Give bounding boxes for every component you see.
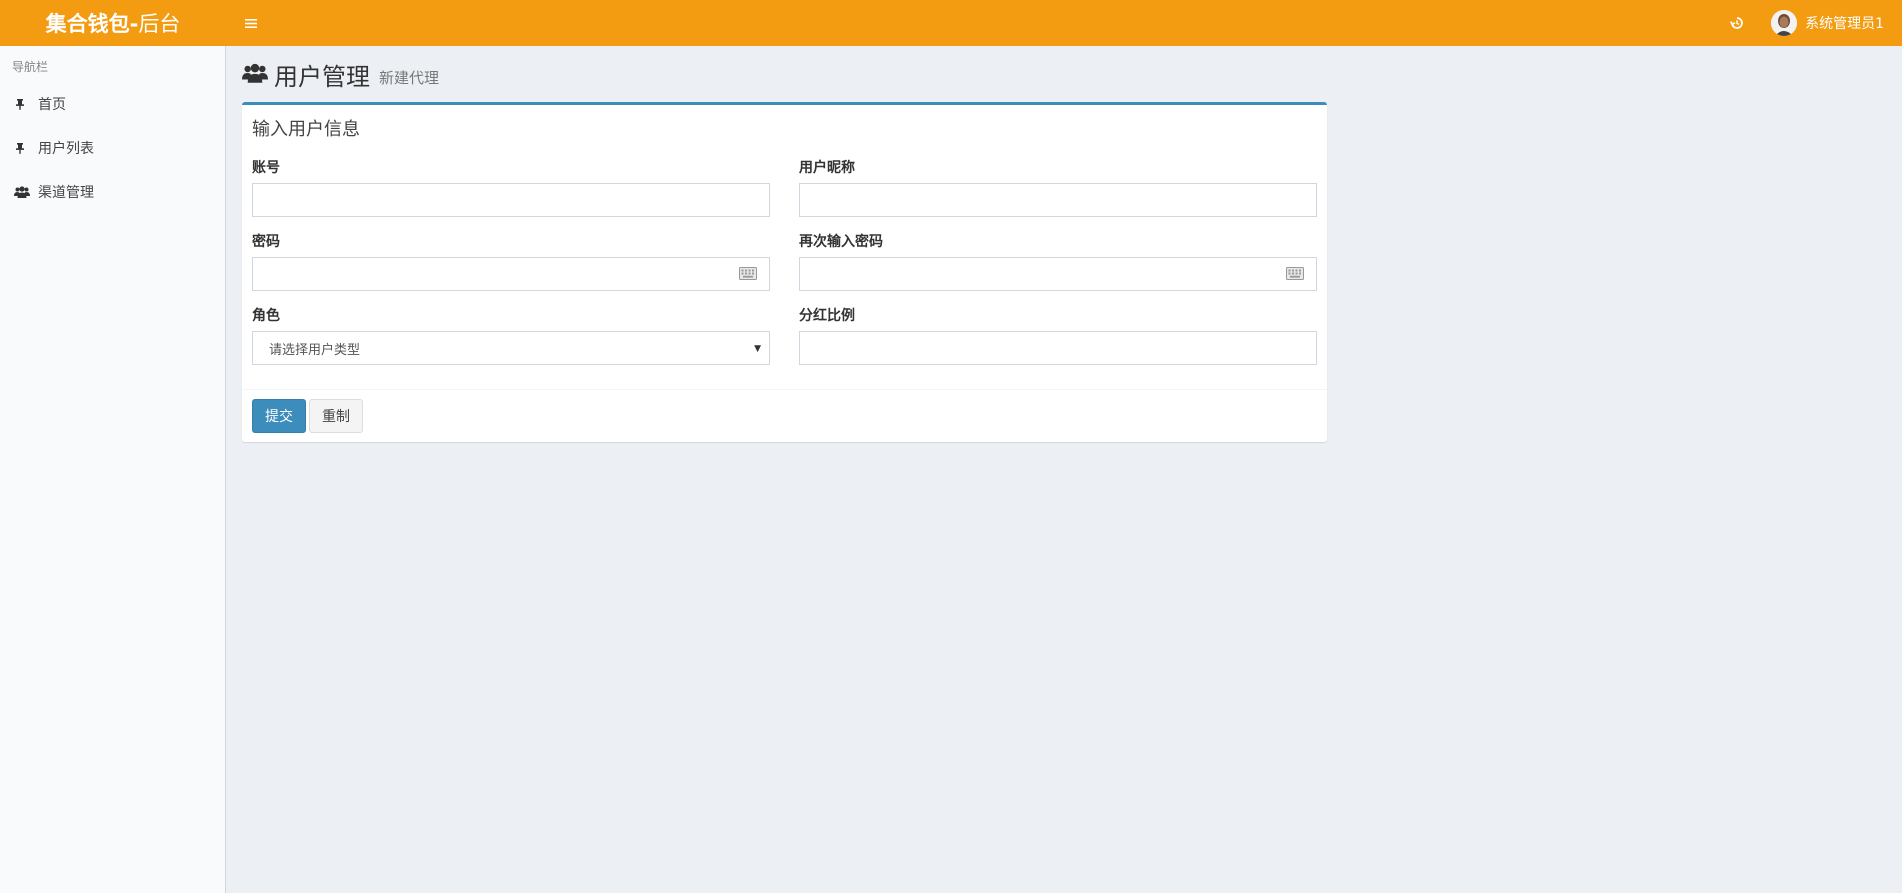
- account-label: 账号: [252, 160, 280, 176]
- password-label: 密码: [252, 234, 280, 250]
- hamburger-icon: [245, 18, 257, 28]
- top-header: 集合钱包- 后台 系统管理员1: [0, 0, 1902, 46]
- sidebar-item-user-list[interactable]: 用户列表: [0, 126, 225, 170]
- users-icon: [242, 62, 268, 88]
- sidebar-item-channel-management[interactable]: 渠道管理: [0, 170, 225, 214]
- share-ratio-label: 分红比例: [799, 308, 855, 324]
- user-menu[interactable]: 系统管理员1: [1771, 0, 1902, 46]
- nickname-label: 用户昵称: [799, 160, 855, 176]
- nickname-input[interactable]: [799, 183, 1317, 217]
- role-label: 角色: [252, 308, 280, 324]
- keyboard-icon[interactable]: [1286, 267, 1304, 284]
- box-footer: 提交 重制: [242, 389, 1327, 442]
- thumbtack-icon: [14, 98, 38, 110]
- page-title: 用户管理: [274, 63, 370, 91]
- header-right-nav: 系统管理员1: [1717, 0, 1902, 46]
- nickname-group: 用户昵称: [799, 157, 1317, 217]
- role-group: 角色 请选择用户类型 ▼: [252, 305, 770, 365]
- users-icon: [14, 186, 38, 198]
- password-input[interactable]: [252, 257, 770, 291]
- sidebar-item-home[interactable]: 首页: [0, 82, 225, 126]
- password-confirm-group: 再次输入密码: [799, 231, 1317, 291]
- page-subtitle: 新建代理: [379, 69, 440, 87]
- user-name: 系统管理员1: [1805, 16, 1884, 32]
- share-ratio-group: 分红比例: [799, 305, 1317, 365]
- content-header: 用户管理 新建代理: [242, 58, 439, 92]
- share-ratio-input[interactable]: [799, 331, 1317, 365]
- password-confirm-input[interactable]: [799, 257, 1317, 291]
- logo-light-text: 后台: [138, 12, 181, 36]
- caret-down-icon: ▼: [754, 344, 761, 354]
- password-confirm-label: 再次输入密码: [799, 234, 883, 250]
- submit-button[interactable]: 提交: [252, 399, 306, 433]
- sidebar-heading: 导航栏: [12, 60, 49, 74]
- thumbtack-icon: [14, 142, 38, 154]
- sidebar-item-label: 首页: [38, 97, 66, 113]
- avatar: [1771, 10, 1798, 36]
- role-select-value: 请选择用户类型: [269, 342, 361, 358]
- logo[interactable]: 集合钱包- 后台: [0, 0, 226, 46]
- account-input[interactable]: [252, 183, 770, 217]
- sidebar-item-label: 用户列表: [38, 141, 94, 157]
- account-group: 账号: [252, 157, 770, 217]
- logo-bold-text: 集合钱包-: [45, 12, 139, 36]
- box-title: 输入用户信息: [252, 119, 360, 140]
- user-info-form-box: 输入用户信息 账号 用户昵称 密码 再次输入密码 角色 请选择用户类型 ▼ 分红…: [242, 102, 1327, 442]
- history-icon: [1730, 17, 1743, 29]
- role-select[interactable]: 请选择用户类型 ▼: [252, 331, 770, 365]
- sidebar-toggle-button[interactable]: [238, 10, 264, 36]
- sidebar: 导航栏 首页 用户列表 渠道管理: [0, 46, 226, 893]
- sidebar-item-label: 渠道管理: [38, 185, 94, 201]
- reset-button[interactable]: 重制: [309, 399, 363, 433]
- history-button[interactable]: [1717, 0, 1757, 46]
- password-group: 密码: [252, 231, 770, 291]
- keyboard-icon[interactable]: [739, 267, 757, 284]
